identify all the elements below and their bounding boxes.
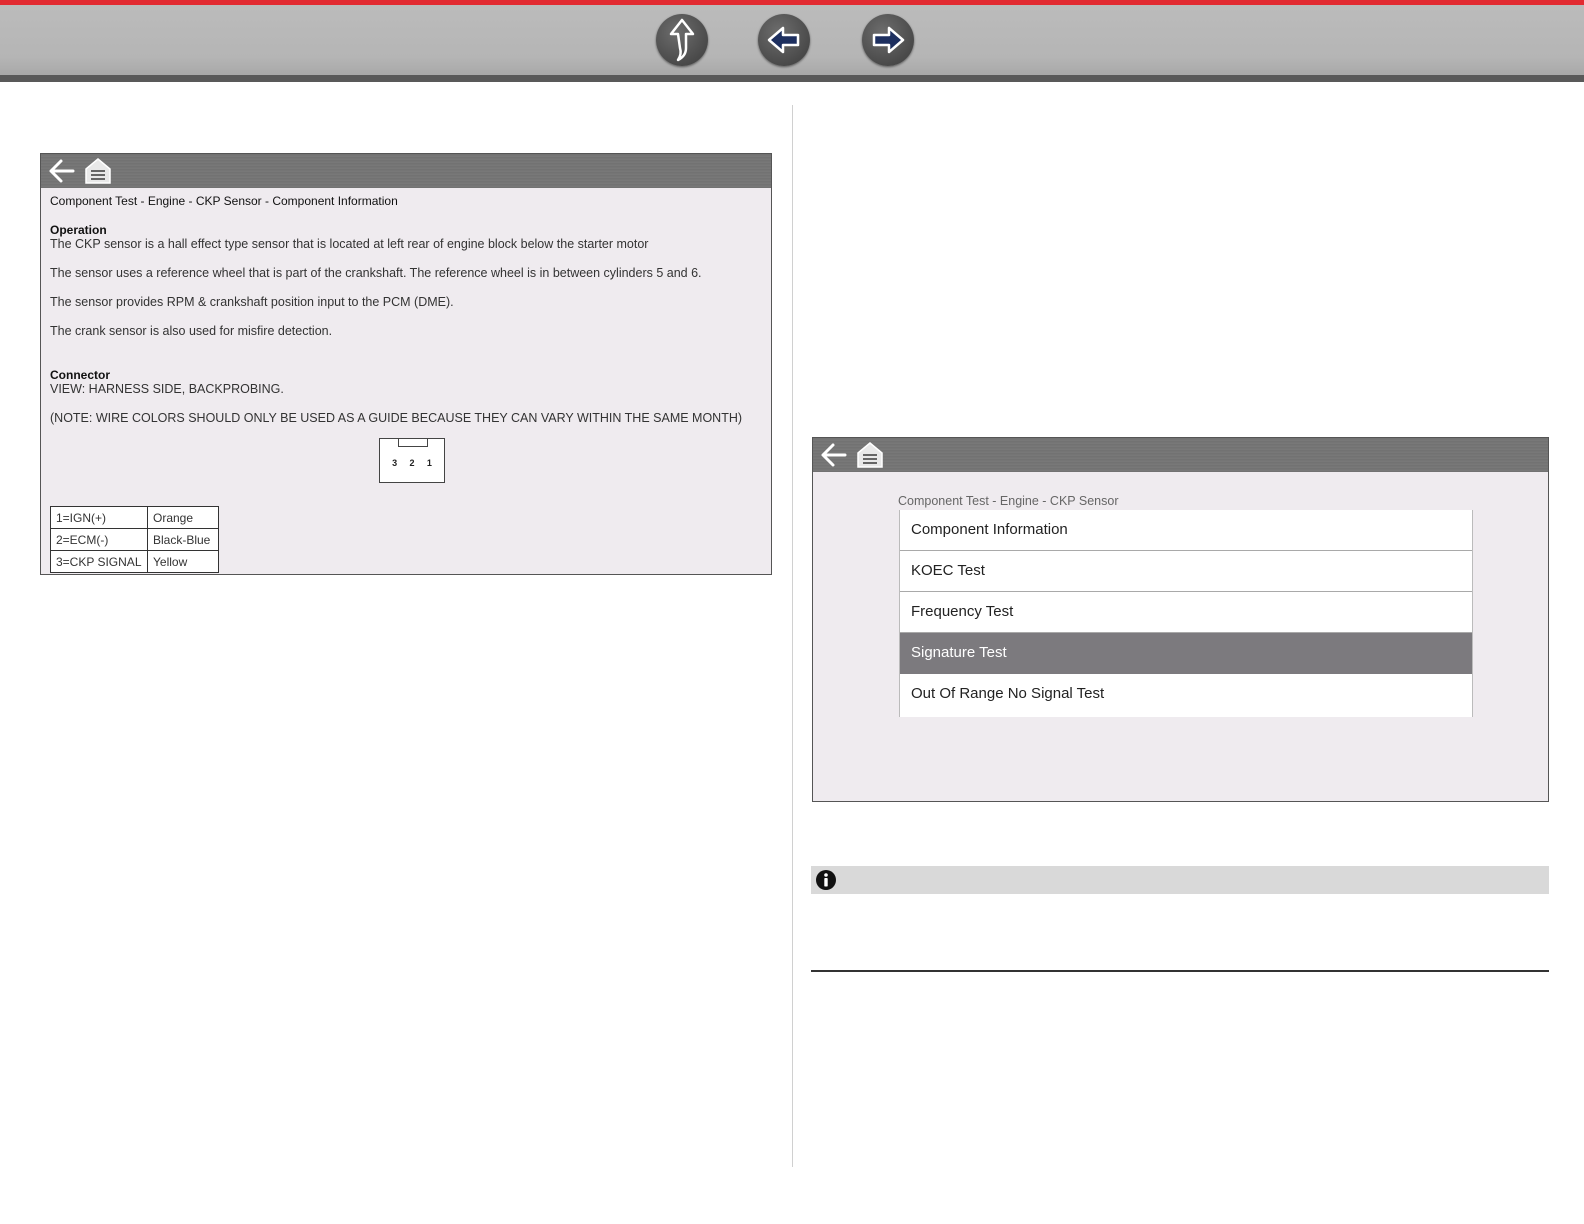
connector-pin-label: 2: [409, 458, 415, 468]
menu-item-out-of-range-no-signal-test[interactable]: Out Of Range No Signal Test: [900, 674, 1472, 714]
previous-page-button[interactable]: [758, 14, 810, 66]
note-bar: [811, 866, 1549, 894]
left-arrow-icon: [767, 26, 800, 54]
wire-color-cell: Black-Blue: [147, 528, 219, 551]
back-arrow-icon[interactable]: [819, 438, 849, 472]
menu-item-koec-test[interactable]: KOEC Test: [900, 551, 1472, 592]
breadcrumb: Component Test - Engine - CKP Sensor - C…: [50, 194, 398, 208]
connector-pin-label: 3: [392, 458, 398, 468]
menu-item-signature-test[interactable]: Signature Test: [900, 633, 1472, 674]
operation-text: The crank sensor is also used for misfir…: [50, 324, 333, 338]
operation-text: The sensor uses a reference wheel that i…: [50, 266, 702, 280]
connector-latch: [398, 438, 428, 447]
test-menu-list: Component Information KOEC Test Frequenc…: [899, 510, 1473, 717]
table-row: 2=ECM(-) Black-Blue: [50, 528, 219, 551]
operation-heading: Operation: [50, 223, 107, 237]
up-button[interactable]: [656, 14, 708, 66]
info-icon: [816, 870, 836, 890]
component-information-screenshot: Component Test - Engine - CKP Sensor - C…: [40, 153, 772, 575]
pinout-table: 1=IGN(+) Orange 2=ECM(-) Black-Blue 3=CK…: [50, 506, 219, 573]
screen-header-bar: [813, 438, 1548, 472]
home-garage-icon[interactable]: [855, 438, 885, 472]
connector-pin-label: 1: [426, 458, 432, 468]
home-garage-icon[interactable]: [83, 154, 113, 188]
table-row: 1=IGN(+) Orange: [50, 506, 219, 529]
table-row: 3=CKP SIGNAL Yellow: [50, 550, 219, 573]
menu-item-frequency-test[interactable]: Frequency Test: [900, 592, 1472, 633]
pin-function-cell: 3=CKP SIGNAL: [50, 550, 148, 573]
operation-text: The CKP sensor is a hall effect type sen…: [50, 237, 649, 251]
column-divider: [792, 105, 793, 1167]
ckp-sensor-menu-screenshot: Component Test - Engine - CKP Sensor Com…: [812, 437, 1549, 802]
up-arrow-icon: [669, 18, 695, 62]
connector-diagram: 3 2 1: [379, 438, 445, 483]
connector-view-text: VIEW: HARNESS SIDE, BACKPROBING.: [50, 382, 284, 396]
top-nav-bar: [0, 0, 1584, 82]
right-arrow-icon: [872, 26, 905, 54]
note-bottom-rule: [811, 970, 1549, 972]
pin-function-cell: 1=IGN(+): [50, 506, 148, 529]
screen-header-bar: [41, 154, 771, 188]
connector-note-text: (NOTE: WIRE COLORS SHOULD ONLY BE USED A…: [50, 411, 743, 425]
breadcrumb: Component Test - Engine - CKP Sensor: [898, 494, 1119, 508]
pin-function-cell: 2=ECM(-): [50, 528, 148, 551]
wire-color-cell: Orange: [147, 506, 219, 529]
top-accent-stripe: [0, 0, 1584, 5]
operation-text: The sensor provides RPM & crankshaft pos…: [50, 295, 454, 309]
next-page-button[interactable]: [862, 14, 914, 66]
menu-item-component-information[interactable]: Component Information: [900, 510, 1472, 551]
wire-color-cell: Yellow: [147, 550, 219, 573]
connector-heading: Connector: [50, 368, 110, 382]
back-arrow-icon[interactable]: [47, 154, 77, 188]
top-bar-bottom-edge: [0, 75, 1584, 82]
